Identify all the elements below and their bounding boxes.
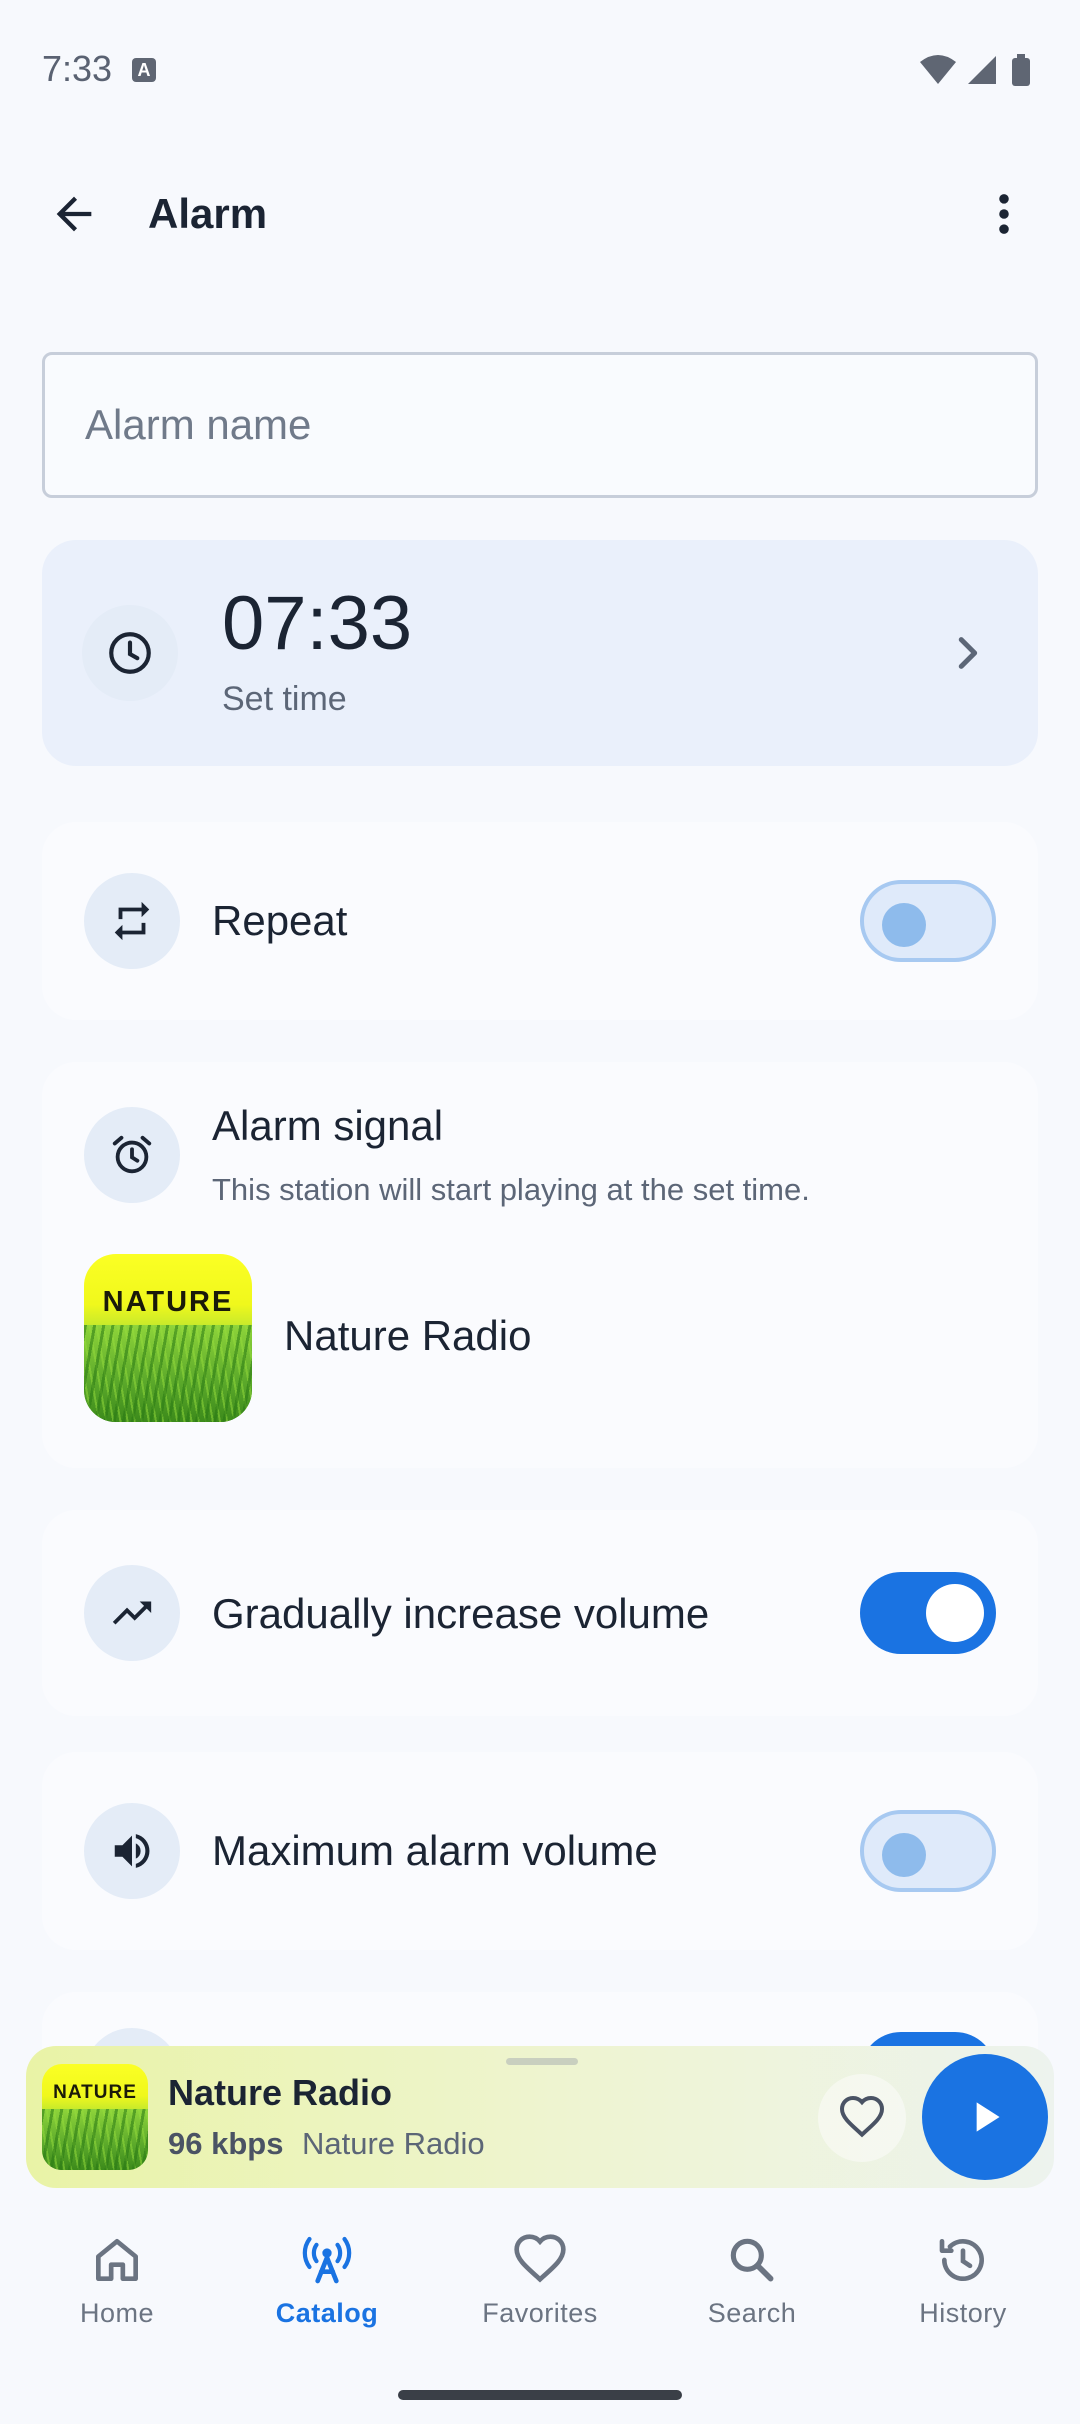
home-indicator[interactable] [398, 2390, 682, 2400]
repeat-label: Repeat [212, 897, 348, 944]
repeat-icon [114, 901, 150, 941]
trending-up-icon-container [84, 1565, 180, 1661]
repeat-toggle[interactable] [860, 880, 996, 962]
set-time-label: Set time [222, 680, 347, 718]
bottom-navigation: Home Catalog Favorites Search History [0, 2204, 1080, 2424]
nav-home-label: Home [79, 2298, 155, 2328]
back-button[interactable] [36, 176, 112, 252]
status-bar: 7:33 A [0, 0, 1080, 140]
nav-favorites-label: Favorites [482, 2298, 598, 2328]
arrow-back-icon [56, 196, 92, 232]
nav-history-label: History [919, 2298, 1007, 2328]
max-volume-label: Maximum alarm volume [212, 1827, 658, 1874]
alarm-clock-icon [112, 1135, 152, 1174]
repeat-row: Repeat [42, 822, 1038, 1020]
home-icon [96, 2239, 139, 2281]
player-subtitle: Nature Radio [302, 2126, 485, 2161]
history-icon [939, 2239, 984, 2281]
mini-player[interactable]: NATURE Nature Radio 96 kbps Nature Radio [26, 2046, 1054, 2188]
toggle-knob [882, 1833, 926, 1877]
drag-handle[interactable] [506, 2058, 578, 2065]
nav-favorites[interactable]: Favorites [450, 2232, 630, 2352]
heart-icon [514, 2234, 566, 2283]
status-time: 7:33 [42, 48, 113, 89]
status-icons [918, 52, 1038, 88]
battery-icon [1012, 54, 1030, 86]
trending-up-icon [112, 1601, 152, 1625]
nav-search[interactable]: Search [662, 2232, 842, 2352]
nav-home[interactable]: Home [27, 2232, 207, 2352]
player-bitrate: 96 kbps [168, 2126, 284, 2161]
player-title: Nature Radio [168, 2072, 393, 2113]
wifi-icon [920, 55, 956, 84]
play-icon [976, 2102, 1000, 2132]
alarm-icon-container [84, 1107, 180, 1203]
player-station-artwork: NATURE [42, 2064, 148, 2170]
nav-catalog-label: Catalog [275, 2298, 379, 2328]
nav-search-label: Search [707, 2298, 797, 2328]
volume-up-icon [114, 1834, 150, 1868]
volume-icon-container [84, 1803, 180, 1899]
alarm-signal-card[interactable]: Alarm signal This station will start pla… [42, 1062, 1038, 1468]
keyboard-indicator-icon: A [132, 58, 156, 82]
nav-catalog[interactable]: Catalog [237, 2232, 417, 2352]
set-time-card[interactable]: 07:33 Set time [42, 540, 1038, 766]
chevron-right-icon [958, 637, 978, 669]
alarm-name-input[interactable] [42, 352, 1038, 498]
gradual-volume-label: Gradually increase volume [212, 1590, 710, 1637]
nav-history[interactable]: History [873, 2232, 1053, 2352]
toggle-knob [882, 903, 926, 947]
gradual-volume-row: Gradually increase volume [42, 1510, 1038, 1716]
toggle-knob [926, 1584, 984, 1642]
station-name: Nature Radio [284, 1312, 532, 1359]
favorite-button[interactable] [818, 2074, 906, 2162]
signal-icon [968, 56, 996, 84]
repeat-icon-container [84, 873, 180, 969]
station-artwork: NATURE [84, 1254, 252, 1422]
alarm-signal-title: Alarm signal [212, 1102, 444, 1149]
clock-icon [109, 632, 151, 674]
play-button[interactable] [922, 2054, 1048, 2180]
page-title: Alarm [148, 190, 268, 237]
station-artwork-text: NATURE [102, 1286, 234, 1318]
alarm-signal-description: This station will start playing at the s… [212, 1172, 810, 1207]
search-icon [730, 2238, 774, 2282]
player-artwork-text: NATURE [53, 2082, 137, 2103]
grass-image [84, 1324, 252, 1422]
more-vert-icon [999, 194, 1009, 234]
gradual-volume-toggle[interactable] [860, 1572, 996, 1654]
alarm-time: 07:33 [222, 581, 413, 666]
more-options-button[interactable] [966, 176, 1042, 252]
clock-icon-container [82, 605, 178, 701]
grass-image [42, 2108, 148, 2170]
radio-tower-icon [302, 2236, 352, 2284]
heart-outline-icon [839, 2095, 885, 2138]
max-volume-toggle[interactable] [860, 1810, 996, 1892]
max-volume-row: Maximum alarm volume [42, 1752, 1038, 1950]
